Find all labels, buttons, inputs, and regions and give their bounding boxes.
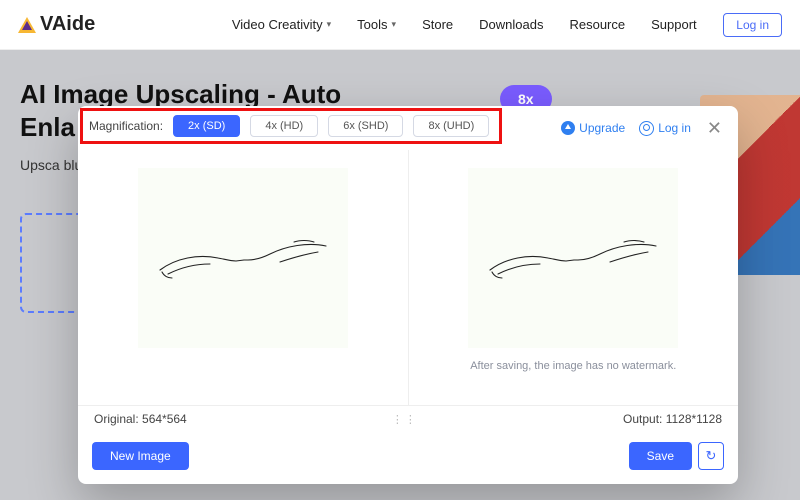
output-dimensions: Output: 1128*1128 — [623, 412, 722, 426]
upgrade-icon — [561, 121, 575, 135]
nav-support[interactable]: Support — [651, 17, 697, 32]
mag-option-4x[interactable]: 4x (HD) — [250, 115, 318, 137]
modal-login-link[interactable]: Log in — [639, 121, 691, 136]
history-icon[interactable]: ↻ — [698, 442, 724, 470]
magnification-label: Magnification: — [89, 119, 163, 133]
mag-option-8x[interactable]: 8x (UHD) — [413, 115, 489, 137]
chevron-down-icon: ▾ — [392, 19, 397, 30]
modal-footer: New Image Save ↻ — [78, 432, 738, 484]
save-button[interactable]: Save — [629, 442, 692, 470]
original-image — [138, 168, 348, 348]
watermark-note: After saving, the image has no watermark… — [470, 360, 676, 372]
new-image-button[interactable]: New Image — [92, 442, 189, 470]
nav-items: Video Creativity▾ Tools▾ Store Downloads… — [205, 17, 723, 32]
original-panel — [78, 150, 409, 405]
login-button[interactable]: Log in — [723, 13, 782, 37]
brand-logo[interactable]: VAide — [18, 13, 95, 36]
nav-resource[interactable]: Resource — [569, 17, 625, 32]
original-dimensions: Original: 564*564 — [94, 412, 187, 426]
top-nav: VAide Video Creativity▾ Tools▾ Store Dow… — [0, 0, 800, 50]
output-panel: After saving, the image has no watermark… — [409, 150, 739, 405]
nav-tools[interactable]: Tools▾ — [357, 17, 396, 32]
modal-header: Magnification: 2x (SD) 4x (HD) 6x (SHD) … — [78, 106, 738, 150]
magnification-row: Magnification: 2x (SD) 4x (HD) 6x (SHD) … — [80, 108, 502, 144]
preview-panels: After saving, the image has no watermark… — [78, 150, 738, 405]
mag-option-6x[interactable]: 6x (SHD) — [328, 115, 403, 137]
user-icon — [639, 121, 654, 136]
upgrade-link[interactable]: Upgrade — [561, 121, 625, 135]
nav-store[interactable]: Store — [422, 17, 453, 32]
hands-sketch-icon — [158, 228, 328, 288]
nav-video-creativity[interactable]: Video Creativity▾ — [232, 17, 331, 32]
upscale-modal: Magnification: 2x (SD) 4x (HD) 6x (SHD) … — [78, 106, 738, 484]
close-icon[interactable]: ✕ — [705, 118, 724, 139]
nav-downloads[interactable]: Downloads — [479, 17, 543, 32]
logo-mark-icon — [18, 17, 36, 33]
compare-handle-icon[interactable]: ⋮⋮ — [392, 413, 418, 426]
brand-text: VAide — [40, 13, 95, 36]
hands-sketch-icon — [488, 228, 658, 288]
mag-option-2x[interactable]: 2x (SD) — [173, 115, 240, 137]
output-image — [468, 168, 678, 348]
chevron-down-icon: ▾ — [327, 19, 332, 30]
dimensions-row: Original: 564*564 ⋮⋮ Output: 1128*1128 — [78, 405, 738, 432]
